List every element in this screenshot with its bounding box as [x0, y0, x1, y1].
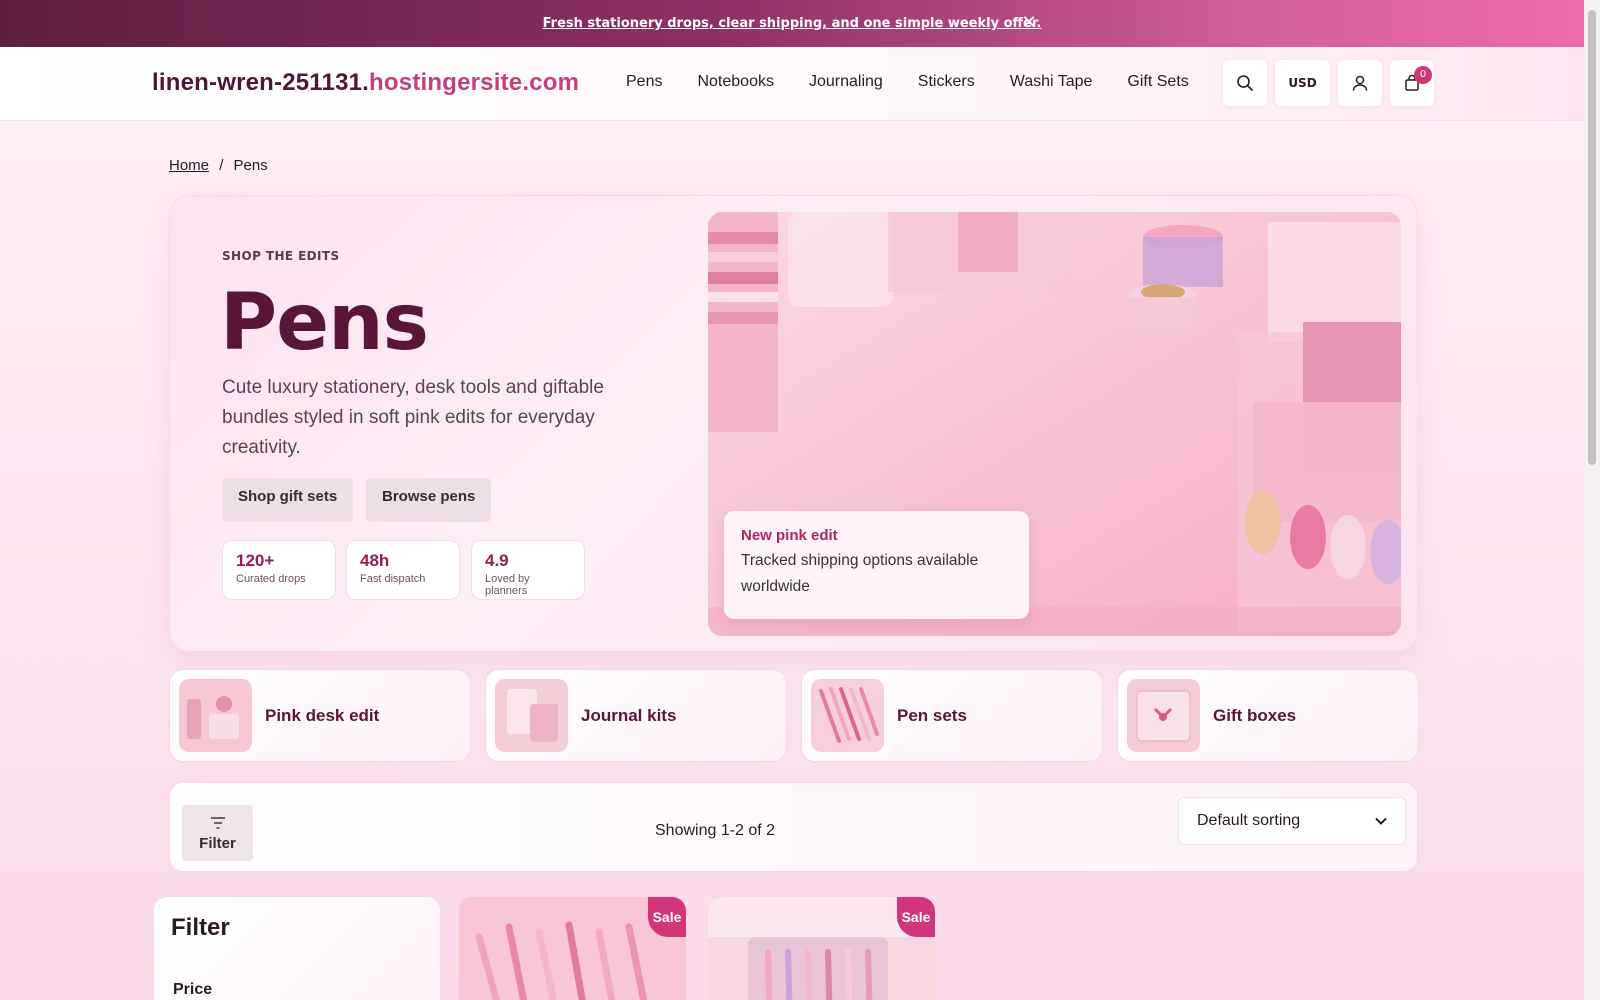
shop-toolbar: Filter Showing 1-2 of 2 Default sorting — [169, 782, 1418, 872]
shop-gift-sets-button[interactable]: Shop gift sets — [222, 478, 354, 522]
stat-label: Loved by planners — [485, 573, 530, 597]
nav-item-gift-sets[interactable]: Gift Sets — [1127, 73, 1188, 91]
category-label: Gift boxes — [1213, 705, 1297, 725]
category-card-gift-boxes[interactable]: Gift boxes — [1117, 669, 1419, 762]
breadcrumb-current: Pens — [233, 157, 268, 174]
category-card-journal-kits[interactable]: Journal kits — [485, 669, 787, 762]
promo-card-title: New pink edit — [741, 527, 838, 544]
search-icon — [1237, 75, 1253, 91]
chevron-down-icon — [1375, 817, 1387, 825]
page-scrollbar[interactable] — [1584, 0, 1600, 1000]
stat-label: Fast dispatch — [360, 573, 426, 585]
filter-icon — [210, 817, 225, 829]
sale-badge: Sale — [897, 897, 935, 937]
category-card-pen-sets[interactable]: Pen sets — [801, 669, 1103, 762]
category-label: Pink desk edit — [265, 705, 380, 725]
promo-card-text: Tracked shipping options available world… — [741, 552, 979, 595]
category-card-pink-desk-edit[interactable]: Pink desk edit — [169, 669, 471, 762]
hero-description: Cute luxury stationery, desk tools and g… — [222, 377, 604, 458]
close-icon[interactable]: ✕ — [1018, 12, 1040, 34]
hero-section: SHOP THE EDITS Pens Cute luxury statione… — [169, 195, 1418, 652]
account-button[interactable] — [1338, 60, 1382, 106]
cart-button[interactable]: 0 — [1390, 60, 1434, 106]
nav-item-washi-tape[interactable]: Washi Tape — [1010, 73, 1093, 91]
stat-card: 120+ Curated drops — [222, 540, 336, 600]
announcement-link[interactable]: Fresh stationery drops, clear shipping, … — [543, 16, 1042, 31]
breadcrumb: Home / Pens — [169, 157, 268, 174]
category-thumbnail — [179, 679, 252, 752]
main-nav: Pens Notebooks Journaling Stickers Washi… — [626, 73, 1224, 91]
currency-button[interactable]: USD — [1275, 60, 1330, 106]
product-card[interactable]: Sale — [458, 896, 687, 1000]
filter-button[interactable]: Filter — [182, 805, 253, 861]
site-logo[interactable]: linen-wren-251131.hostingersite.com — [152, 69, 579, 97]
nav-item-notebooks[interactable]: Notebooks — [697, 73, 774, 91]
browse-pens-button[interactable]: Browse pens — [366, 478, 492, 522]
sale-badge: Sale — [648, 897, 686, 937]
category-thumbnail — [811, 679, 884, 752]
filter-button-label: Filter — [199, 835, 236, 852]
category-thumbnail — [495, 679, 568, 752]
scrollbar-thumb[interactable] — [1588, 10, 1596, 465]
cart-count-badge: 0 — [1414, 66, 1432, 84]
stat-value: 48h — [360, 551, 390, 570]
nav-item-journaling[interactable]: Journaling — [809, 73, 883, 91]
category-label: Pen sets — [897, 705, 967, 725]
search-button[interactable] — [1223, 60, 1267, 106]
breadcrumb-home-link[interactable]: Home — [169, 157, 209, 174]
category-thumbnail — [1127, 679, 1200, 752]
breadcrumb-separator: / — [219, 157, 224, 174]
product-card[interactable]: Sale — [707, 896, 936, 1000]
page-title: Pens — [220, 278, 429, 368]
sort-value: Default sorting — [1197, 812, 1301, 829]
hero-image: New pink edit Tracked shipping options a… — [708, 212, 1401, 636]
announcement-bar: Fresh stationery drops, clear shipping, … — [0, 0, 1584, 47]
filter-panel: Filter Price — [153, 896, 441, 1000]
filter-panel-title: Filter — [171, 914, 230, 941]
result-count: Showing 1-2 of 2 — [655, 822, 776, 839]
sort-select[interactable]: Default sorting — [1178, 797, 1406, 845]
promo-card: New pink edit Tracked shipping options a… — [724, 511, 1029, 619]
brand-tld: hostingersite.com — [369, 69, 580, 96]
stat-value: 120+ — [236, 551, 275, 570]
stat-value: 4.9 — [485, 551, 509, 570]
brand-name: linen-wren-251131. — [152, 69, 370, 96]
site-header: linen-wren-251131.hostingersite.com Pens… — [0, 47, 1584, 121]
user-icon — [1352, 75, 1368, 91]
hero-kicker: SHOP THE EDITS — [222, 249, 340, 263]
category-label: Journal kits — [581, 705, 677, 725]
price-filter-heading: Price — [173, 981, 213, 998]
nav-item-pens[interactable]: Pens — [626, 73, 662, 91]
stat-label: Curated drops — [236, 573, 306, 585]
stat-card: 48h Fast dispatch — [346, 540, 460, 600]
nav-item-stickers[interactable]: Stickers — [918, 73, 975, 91]
stat-card: 4.9 Loved by planners — [471, 540, 585, 600]
